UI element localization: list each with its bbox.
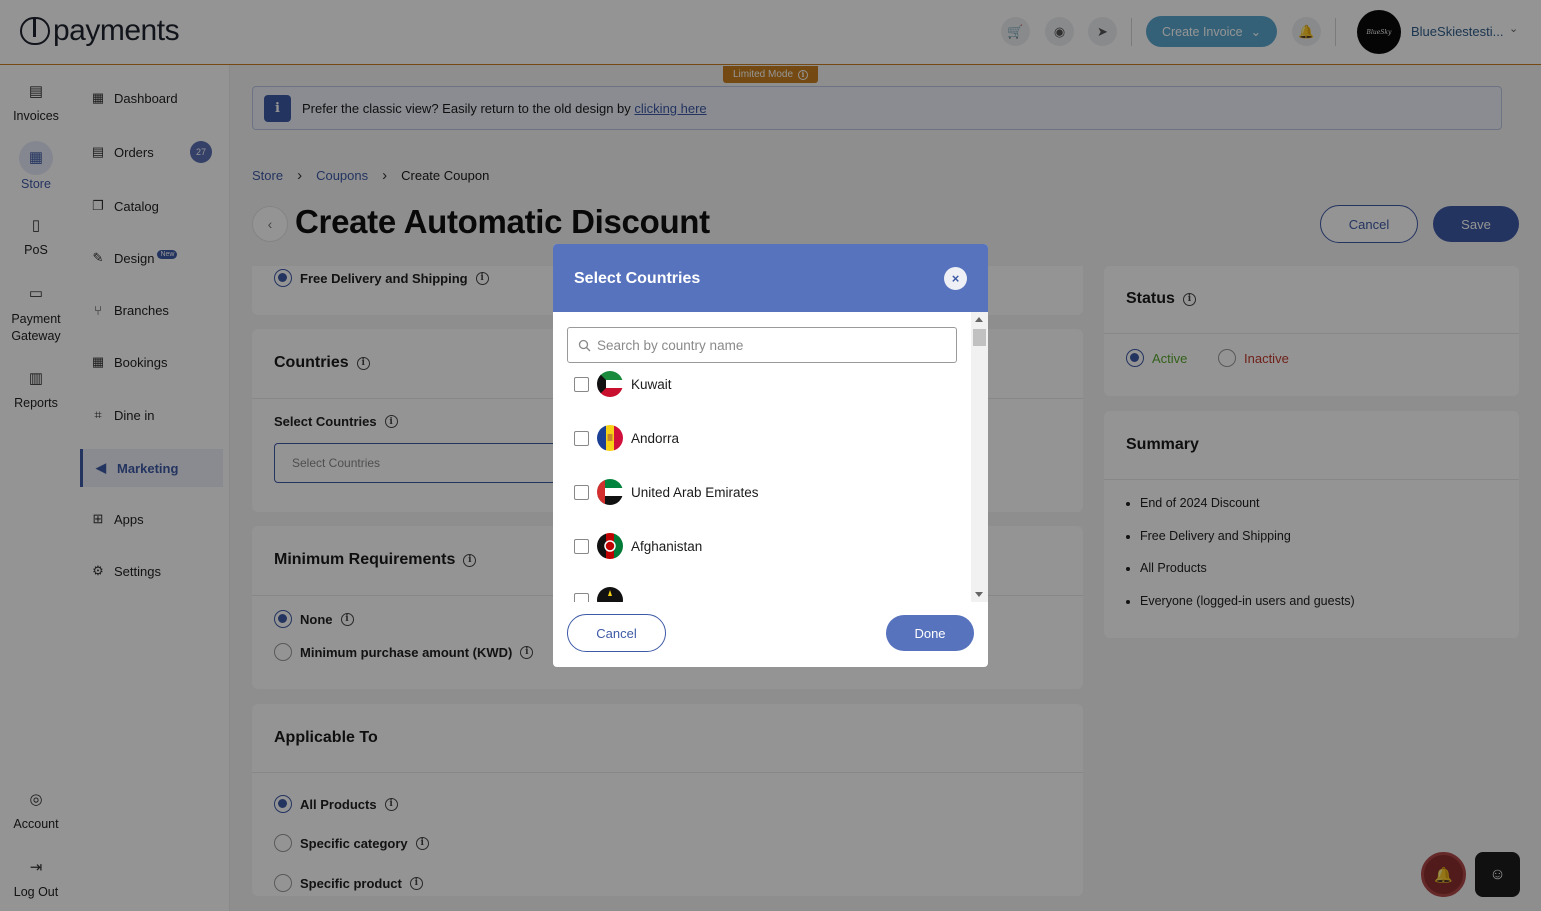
modal-cancel-button[interactable]: Cancel — [567, 614, 666, 652]
list-item[interactable]: Afghanistan — [574, 533, 702, 559]
modal-header: Select Countries × — [553, 244, 988, 312]
select-countries-modal: Select Countries × Kuwait Andorra — [553, 244, 988, 667]
list-item[interactable]: United Arab Emirates — [574, 479, 759, 505]
scroll-up-icon[interactable] — [975, 317, 983, 322]
checkbox[interactable] — [574, 484, 589, 500]
kuwait-flag-icon — [597, 371, 623, 397]
close-button[interactable]: × — [944, 267, 967, 290]
scroll-down-icon[interactable] — [975, 592, 983, 597]
scrollbar[interactable] — [971, 312, 988, 602]
list-item[interactable]: Andorra — [574, 425, 679, 451]
modal-title: Select Countries — [574, 270, 701, 287]
country-list: Kuwait Andorra United Arab Emirates Afgh… — [553, 366, 971, 602]
uae-flag-icon — [597, 479, 623, 505]
scrollbar-thumb[interactable] — [973, 329, 986, 346]
search-icon — [578, 339, 591, 351]
afghanistan-flag-icon — [597, 533, 623, 559]
checkbox[interactable] — [574, 538, 589, 554]
andorra-flag-icon — [597, 425, 623, 451]
country-search-input[interactable] — [597, 337, 937, 353]
list-item[interactable] — [574, 587, 623, 602]
country-search-field[interactable] — [567, 327, 957, 363]
done-button[interactable]: Done — [886, 615, 974, 651]
country-name: Afghanistan — [631, 538, 703, 554]
close-icon: × — [951, 271, 960, 286]
checkbox[interactable] — [574, 376, 589, 392]
country-name: United Arab Emirates — [631, 484, 759, 500]
list-item[interactable]: Kuwait — [574, 371, 672, 397]
country-name: Kuwait — [631, 376, 672, 392]
checkbox[interactable] — [574, 592, 589, 602]
checkbox[interactable] — [574, 430, 589, 446]
country-name: Andorra — [631, 430, 680, 446]
flag-icon — [597, 587, 623, 602]
